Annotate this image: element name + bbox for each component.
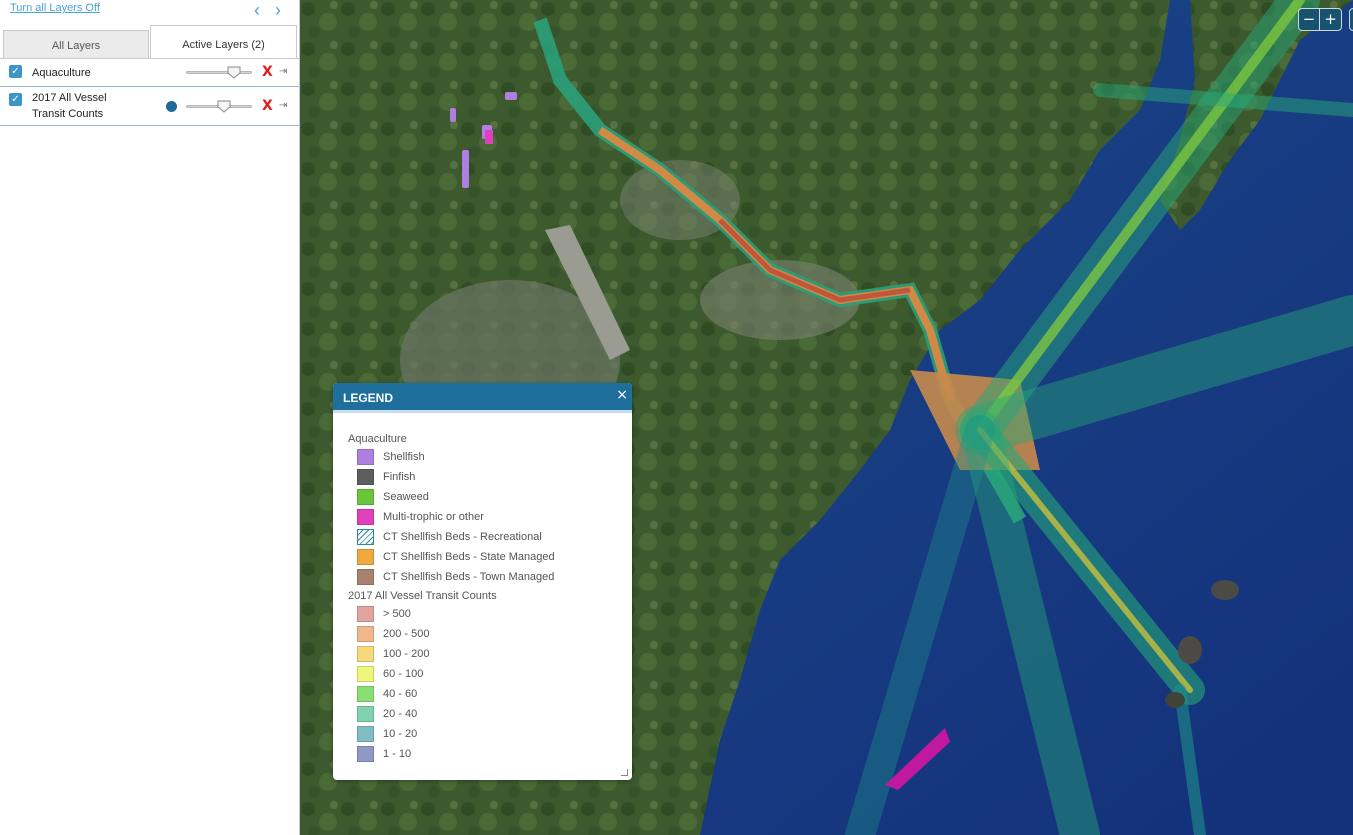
legend-item-label: 20 - 40: [383, 708, 418, 720]
slider-thumb[interactable]: [227, 66, 241, 79]
legend-swatch: [357, 646, 374, 662]
legend-item-label: Seaweed: [383, 491, 429, 503]
legend-group-title: Aquaculture: [348, 433, 407, 445]
tab-active-layers[interactable]: Active Layers (2): [150, 25, 297, 59]
zoom-to-layer-icon[interactable]: ⇥: [279, 66, 287, 77]
legend-swatch: [357, 626, 374, 642]
layer-name: 2017 All Vessel Transit Counts: [32, 90, 107, 122]
legend-item: 40 - 60: [357, 686, 617, 702]
legend-swatch: [357, 509, 374, 525]
legend-item: CT Shellfish Beds - State Managed: [357, 549, 617, 565]
legend-item-label: 1 - 10: [383, 748, 412, 760]
legend-item-label: Shellfish: [383, 451, 425, 463]
legend-header[interactable]: LEGEND ×: [333, 383, 632, 413]
legend-item: 60 - 100: [357, 666, 617, 682]
legend-title: LEGEND: [343, 391, 394, 405]
legend-item-label: Multi-trophic or other: [383, 511, 484, 523]
legend-item-label: 100 - 200: [383, 648, 430, 660]
legend-swatch: [357, 726, 374, 742]
legend-item: > 500: [357, 606, 617, 622]
legend-item-label: > 500: [383, 608, 411, 620]
legend-item: CT Shellfish Beds - Town Managed: [357, 569, 617, 585]
layer-name: Aquaculture: [32, 67, 91, 79]
legend-item: Seaweed: [357, 489, 617, 505]
legend-swatch: [357, 606, 374, 622]
resize-handle-icon[interactable]: [621, 769, 628, 776]
legend-swatch: [357, 569, 374, 585]
legend-item: Multi-trophic or other: [357, 509, 617, 525]
legend-swatch: [357, 706, 374, 722]
close-icon[interactable]: ×: [616, 387, 628, 403]
legend-item-label: CT Shellfish Beds - Recreational: [383, 531, 542, 543]
legend-panel[interactable]: LEGEND × Aquaculture Shellfish Finfish Seaw…: [333, 383, 632, 780]
legend-item: Finfish: [357, 469, 617, 485]
layer-checkbox-aquaculture[interactable]: ✓: [9, 65, 22, 78]
legend-item: CT Shellfish Beds - Recreational: [357, 529, 617, 545]
legend-item: Shellfish: [357, 449, 617, 465]
legend-item: 1 - 10: [357, 746, 617, 762]
layer-tabs: All Layers Active Layers (2): [3, 25, 297, 59]
time-slider-icon[interactable]: [166, 101, 177, 112]
zoom-in-button[interactable]: +: [1320, 9, 1341, 30]
layer-panel: Turn all Layers Off ‹ › All Layers Activ…: [0, 0, 300, 835]
layer-name-line-1: 2017 All Vessel: [32, 92, 107, 104]
layer-row-aquaculture: ✓ Aquaculture X ⇥: [0, 59, 299, 87]
tab-all-layers[interactable]: All Layers: [3, 30, 149, 59]
legend-item-label: 10 - 20: [383, 728, 418, 740]
opacity-slider[interactable]: [186, 100, 252, 113]
layer-row-vessel-transit: ✓ 2017 All Vessel Transit Counts X ⇥: [0, 87, 299, 126]
legend-swatch: [357, 469, 374, 485]
zoom-control: − +: [1298, 8, 1342, 31]
chevron-right-icon[interactable]: ›: [275, 1, 281, 19]
legend-swatch: [357, 449, 374, 465]
turn-all-layers-off-link[interactable]: Turn all Layers Off: [10, 2, 100, 14]
remove-layer-icon[interactable]: X: [262, 64, 273, 80]
legend-group-title: 2017 All Vessel Transit Counts: [348, 590, 497, 602]
legend-item: 200 - 500: [357, 626, 617, 642]
legend-item-label: 60 - 100: [383, 668, 424, 680]
layer-checkbox-vessel-transit[interactable]: ✓: [9, 93, 22, 106]
slider-thumb[interactable]: [217, 100, 231, 113]
legend-swatch: [357, 549, 374, 565]
legend-item-label: CT Shellfish Beds - State Managed: [383, 551, 555, 563]
legend-item-label: Finfish: [383, 471, 416, 483]
layer-name-line-2: Transit Counts: [32, 108, 104, 120]
opacity-slider[interactable]: [186, 66, 252, 79]
legend-swatch: [357, 666, 374, 682]
legend-swatch: [357, 489, 374, 505]
legend-item: 100 - 200: [357, 646, 617, 662]
legend-item-label: CT Shellfish Beds - Town Managed: [383, 571, 555, 583]
legend-item: 20 - 40: [357, 706, 617, 722]
zoom-out-button[interactable]: −: [1299, 9, 1320, 30]
legend-item-label: 200 - 500: [383, 628, 430, 640]
legend-item: 10 - 20: [357, 726, 617, 742]
legend-swatch: [357, 746, 374, 762]
map-tool-button[interactable]: [1349, 8, 1353, 31]
zoom-to-layer-icon[interactable]: ⇥: [279, 100, 287, 111]
remove-layer-icon[interactable]: X: [262, 98, 273, 114]
legend-swatch: [357, 529, 374, 545]
legend-swatch: [357, 686, 374, 702]
chevron-left-icon[interactable]: ‹: [254, 1, 260, 19]
legend-item-label: 40 - 60: [383, 688, 418, 700]
